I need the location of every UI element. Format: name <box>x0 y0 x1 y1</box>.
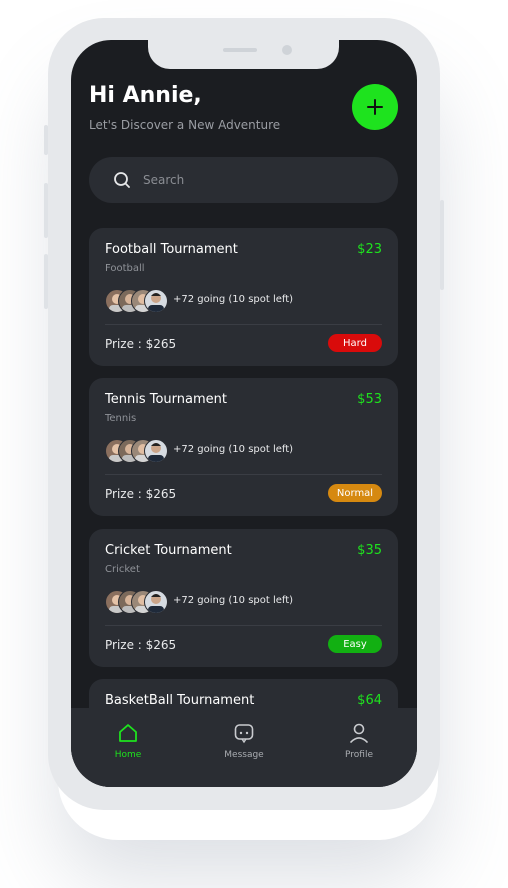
going-count: +72 going (10 spot left) <box>173 444 294 455</box>
avatar <box>144 439 168 463</box>
avatar <box>144 590 168 614</box>
tournament-title: Cricket Tournament <box>105 543 232 558</box>
tournament-card[interactable]: Tennis Tournament $53 Tennis +72 going (… <box>89 378 398 516</box>
divider <box>105 625 382 626</box>
participant-avatars <box>105 439 168 463</box>
tournament-category: Cricket <box>105 564 140 575</box>
greeting-subtitle: Let's Discover a New Adventure <box>89 118 281 132</box>
search-input[interactable]: Search <box>143 173 184 187</box>
home-icon <box>119 724 137 742</box>
bottom-nav: Home Message Profile <box>71 708 417 787</box>
tournament-card[interactable]: Football Tournament $23 Football +72 goi… <box>89 228 398 366</box>
side-button-volume-up <box>44 183 48 238</box>
side-button-power <box>440 200 444 290</box>
greeting-title: Hi Annie, <box>89 83 202 108</box>
tournament-title: Tennis Tournament <box>105 392 227 407</box>
prize-amount: Prize : $265 <box>105 337 177 351</box>
avatar <box>144 289 168 313</box>
speaker <box>223 48 257 52</box>
participant-avatars <box>105 289 168 313</box>
tournament-price: $23 <box>357 242 382 257</box>
tournament-title: BasketBall Tournament <box>105 693 255 708</box>
prize-amount: Prize : $265 <box>105 487 177 501</box>
add-button[interactable] <box>352 84 398 130</box>
search-bar[interactable]: Search <box>89 157 398 203</box>
prize-amount: Prize : $265 <box>105 638 177 652</box>
tournament-price: $53 <box>357 392 382 407</box>
nav-label-home: Home <box>114 750 142 760</box>
nav-label-profile: Profile <box>345 750 373 760</box>
message-icon <box>234 724 254 744</box>
difficulty-badge: Hard <box>328 334 382 352</box>
search-icon <box>113 170 133 190</box>
difficulty-badge: Normal <box>328 484 382 502</box>
phone-notch <box>148 40 339 69</box>
side-button-mute <box>44 125 48 155</box>
nav-item-home[interactable]: Home <box>88 722 168 760</box>
going-count: +72 going (10 spot left) <box>173 595 294 606</box>
nav-label-message: Message <box>224 750 264 760</box>
divider <box>105 474 382 475</box>
tournament-category: Football <box>105 263 145 274</box>
tournament-price: $64 <box>357 693 382 708</box>
going-count: +72 going (10 spot left) <box>173 294 294 305</box>
tournament-card[interactable]: Cricket Tournament $35 Cricket +72 going… <box>89 529 398 667</box>
profile-icon <box>350 723 368 743</box>
side-button-volume-down <box>44 254 48 309</box>
plus-icon <box>367 99 383 115</box>
participant-avatars <box>105 590 168 614</box>
difficulty-badge: Easy <box>328 635 382 653</box>
app-screen: Hi Annie, Let's Discover a New Adventure… <box>71 40 417 787</box>
front-camera <box>282 45 292 55</box>
tournament-category: Tennis <box>105 413 137 424</box>
tournament-title: Football Tournament <box>105 242 238 257</box>
divider <box>105 324 382 325</box>
nav-item-profile[interactable]: Profile <box>319 722 399 760</box>
tournament-price: $35 <box>357 543 382 558</box>
nav-item-message[interactable]: Message <box>204 722 284 760</box>
